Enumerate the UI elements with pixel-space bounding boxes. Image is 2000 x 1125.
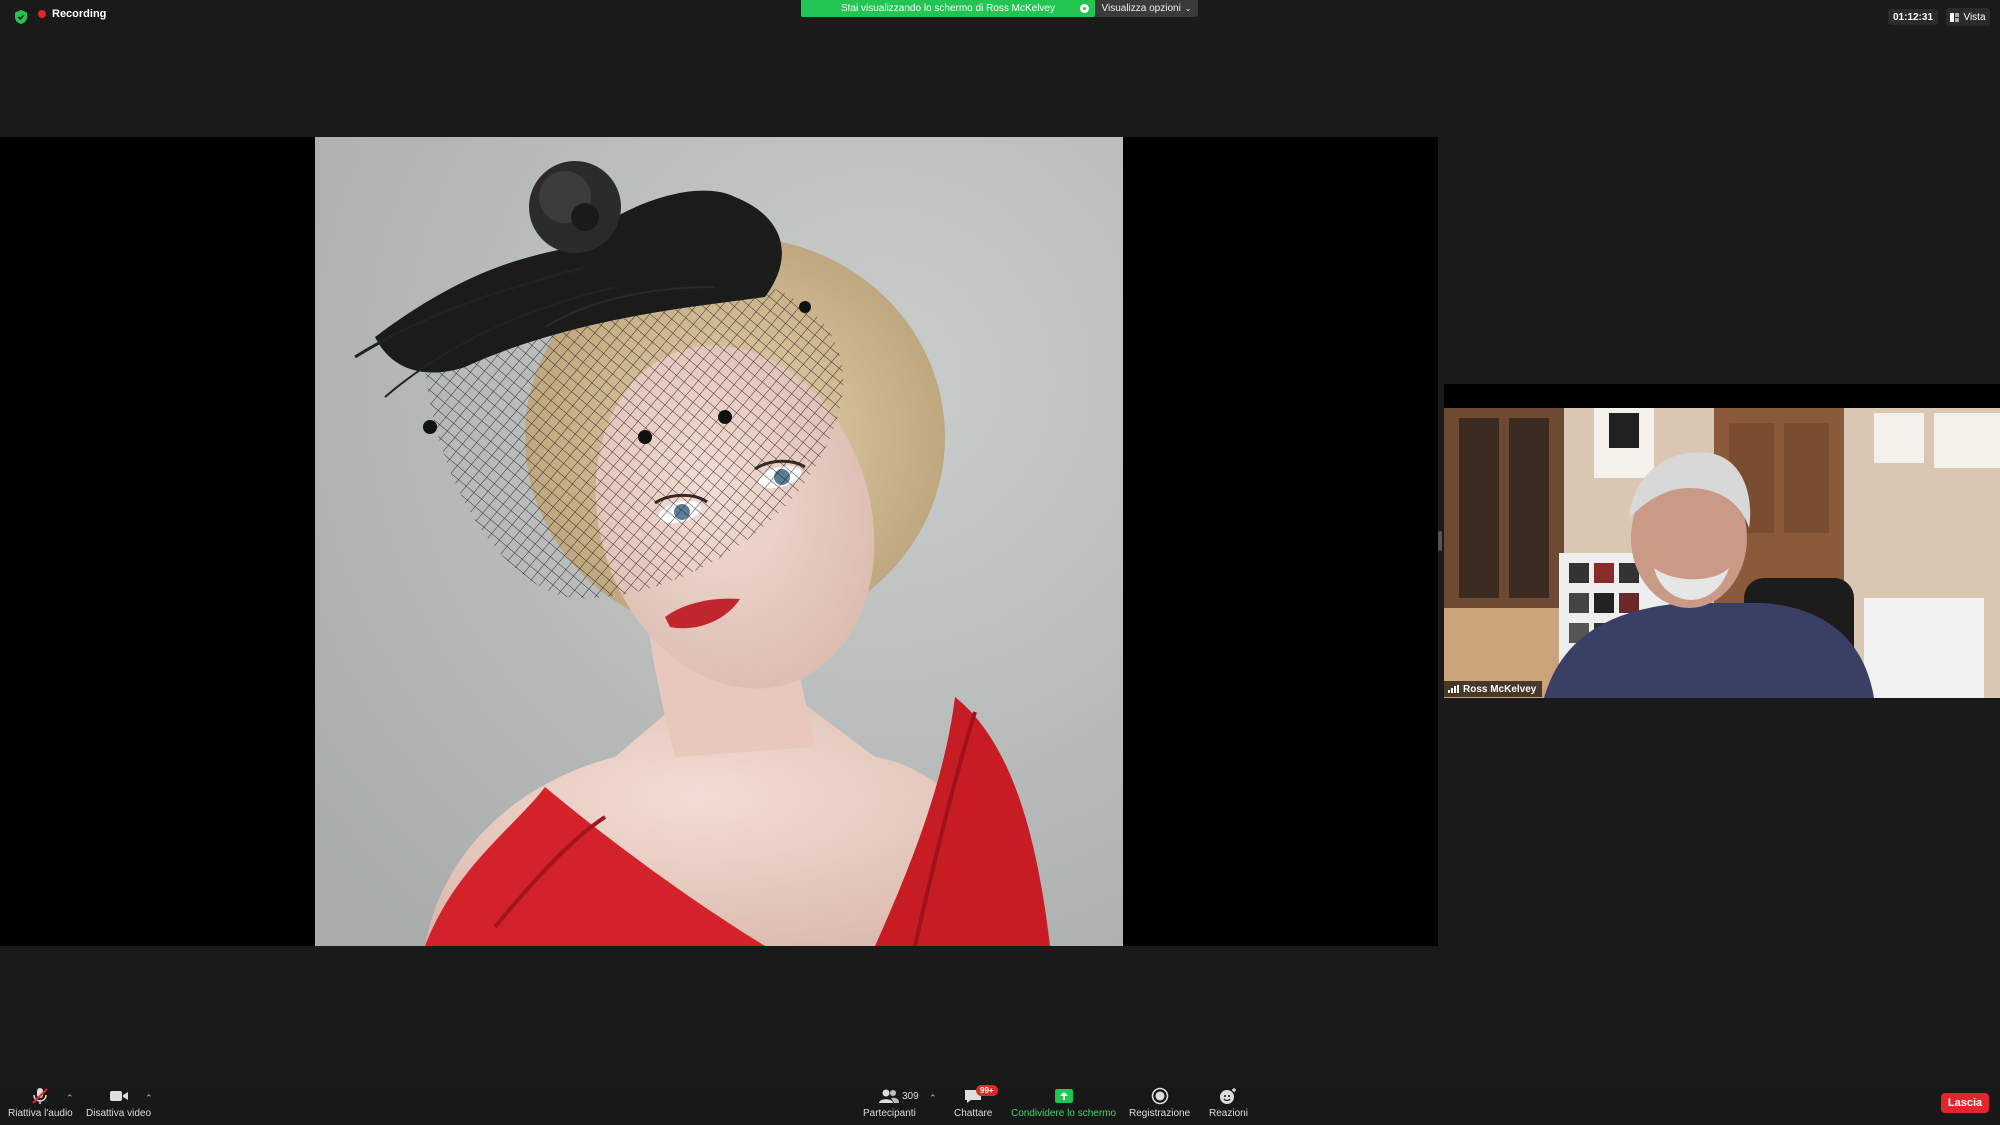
signal-strength-icon	[1448, 685, 1459, 693]
stop-video-label: Disattiva video	[86, 1108, 152, 1119]
view-options-button[interactable]: Visualizza opzioni ⌄	[1095, 0, 1198, 17]
chat-unread-badge: 99+	[976, 1085, 998, 1096]
share-screen-button[interactable]: Condividere lo schermo	[1011, 1087, 1116, 1119]
unmute-button[interactable]: Riattiva l'audio	[8, 1087, 73, 1119]
unmute-label: Riattiva l'audio	[8, 1108, 73, 1119]
reactions-label: Reazioni	[1209, 1108, 1248, 1119]
meeting-timer-text: 01:12:31	[1892, 11, 1934, 23]
participant-name: Ross McKelvey	[1463, 683, 1537, 695]
participants-icon	[879, 1089, 900, 1103]
share-banner-text: Stai visualizzando lo schermo di Ross Mc…	[841, 3, 1055, 14]
recording-label: Recording	[52, 8, 107, 20]
portrait-photo	[315, 137, 1123, 946]
participant-video-tile[interactable]	[1444, 384, 2000, 698]
leave-label: Lascia	[1947, 1097, 1983, 1109]
banner-status-icon	[1080, 4, 1089, 13]
chevron-down-icon: ⌄	[1184, 4, 1192, 13]
recording-indicator[interactable]: Recording	[38, 8, 106, 20]
view-options-label: Visualizza opzioni	[1101, 3, 1181, 14]
reactions-button[interactable]: Reazioni	[1209, 1087, 1248, 1119]
leave-meeting-button[interactable]: Lascia	[1941, 1093, 1989, 1113]
smiley-plus-icon	[1220, 1088, 1237, 1104]
meeting-toolbar: Riattiva l'audio ⌃ Disattiva video ⌃ Par…	[0, 1083, 2000, 1125]
record-label: Registrazione	[1129, 1108, 1191, 1119]
share-screen-icon	[1054, 1089, 1073, 1103]
panel-resize-handle[interactable]	[1438, 531, 1442, 551]
recording-dot-icon	[38, 10, 46, 18]
audio-options-chevron-up-icon[interactable]: ⌃	[66, 1093, 74, 1104]
microphone-muted-icon	[32, 1088, 49, 1104]
share-screen-label: Condividere lo schermo	[1011, 1108, 1117, 1119]
participants-count: 309	[902, 1091, 919, 1102]
stop-video-button[interactable]: Disattiva video	[86, 1087, 151, 1119]
view-button-label: Vista	[1963, 11, 1986, 23]
video-camera-icon	[109, 1091, 128, 1101]
record-icon	[1151, 1087, 1168, 1105]
video-options-chevron-up-icon[interactable]: ⌃	[145, 1093, 153, 1104]
participants-label: Partecipanti	[863, 1108, 916, 1119]
webcam-scene	[1444, 408, 2000, 698]
screen-share-banner: Stai visualizzando lo schermo di Ross Mc…	[801, 0, 1095, 17]
participants-chevron-up-icon[interactable]: ⌃	[929, 1093, 937, 1104]
security-shield-icon[interactable]	[13, 9, 29, 25]
view-button[interactable]: Vista	[1946, 8, 1990, 26]
chat-label: Chattare	[954, 1108, 993, 1119]
participant-name-label: Ross McKelvey	[1444, 681, 1543, 697]
shared-screen[interactable]	[0, 137, 1438, 946]
meeting-timer: 01:12:31	[1888, 9, 1938, 25]
participant-video-feed	[1444, 408, 2000, 698]
chat-button[interactable]: 99+ Chattare	[954, 1085, 998, 1119]
record-button[interactable]: Registrazione	[1129, 1087, 1190, 1119]
layout-icon	[1950, 12, 1960, 22]
shared-portrait-image	[315, 137, 1123, 946]
